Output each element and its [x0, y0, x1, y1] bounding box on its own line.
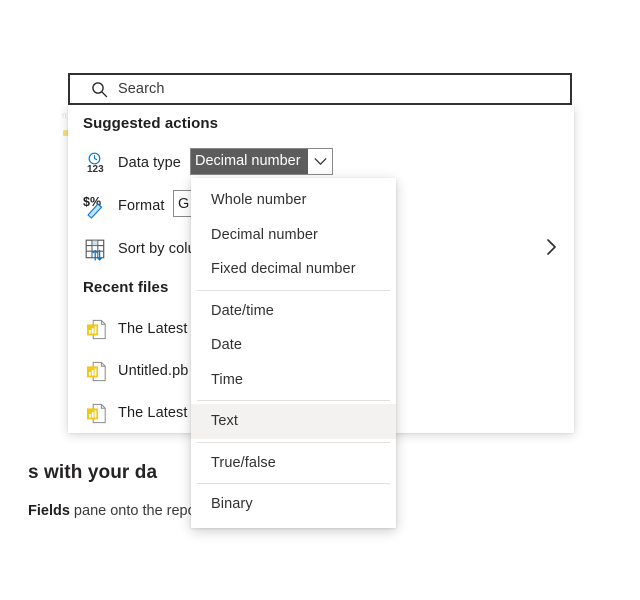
- sort-table-icon: [83, 236, 109, 262]
- recent-files-title: Recent files: [83, 279, 169, 296]
- background-heading: s with your da: [28, 462, 158, 483]
- menu-separator: [197, 289, 390, 291]
- menu-item-true-false[interactable]: True/false: [191, 446, 396, 481]
- menu-item-text[interactable]: Text: [191, 404, 396, 439]
- chevron-right-icon[interactable]: [536, 232, 566, 262]
- menu-item-decimal-number[interactable]: Decimal number: [191, 218, 396, 253]
- menu-item-binary[interactable]: Binary: [191, 487, 396, 522]
- action-row-data-type[interactable]: 123 Data type: [83, 146, 181, 180]
- dollar-percent-pen-icon: $%: [83, 193, 109, 219]
- action-label-sort-by-column: Sort by colu: [118, 241, 196, 257]
- powerbi-file-icon: [84, 359, 108, 383]
- data-type-value: Decimal number: [191, 149, 308, 174]
- data-type-dropdown-menu: Whole number Decimal number Fixed decima…: [191, 178, 396, 528]
- menu-item-fixed-decimal-number[interactable]: Fixed decimal number: [191, 252, 396, 287]
- action-label-data-type: Data type: [118, 155, 181, 171]
- svg-text:123: 123: [87, 164, 104, 175]
- list-item[interactable]: Untitled.pb: [84, 354, 188, 388]
- menu-item-time[interactable]: Time: [191, 363, 396, 398]
- action-row-format[interactable]: $% Format: [83, 189, 165, 223]
- powerbi-file-icon: [84, 317, 108, 341]
- menu-separator: [197, 441, 390, 443]
- menu-separator: [197, 400, 390, 401]
- clock-123-icon: 123: [83, 150, 109, 176]
- data-type-combobox[interactable]: Decimal number: [190, 148, 333, 175]
- list-item-label: Untitled.pb: [118, 363, 189, 379]
- background-paragraph-bold: Fields: [28, 503, 70, 519]
- menu-separator: [197, 483, 390, 484]
- search-icon: [88, 80, 110, 98]
- list-item-label: The Latest (: [118, 405, 197, 421]
- action-label-format: Format: [118, 198, 165, 214]
- menu-item-date[interactable]: Date: [191, 328, 396, 363]
- powerbi-file-icon: [84, 401, 108, 425]
- list-item[interactable]: The Latest (: [84, 396, 197, 430]
- list-item-label: The Latest I: [118, 321, 196, 337]
- search-placeholder: Search: [118, 81, 165, 97]
- action-row-sort-by-column[interactable]: Sort by colu: [83, 232, 196, 266]
- menu-item-whole-number[interactable]: Whole number: [191, 183, 396, 218]
- list-item[interactable]: The Latest I: [84, 312, 196, 346]
- search-input[interactable]: Search: [68, 73, 572, 105]
- suggested-actions-title: Suggested actions: [83, 115, 219, 132]
- menu-item-date-time[interactable]: Date/time: [191, 294, 396, 329]
- chevron-down-icon[interactable]: [308, 149, 332, 174]
